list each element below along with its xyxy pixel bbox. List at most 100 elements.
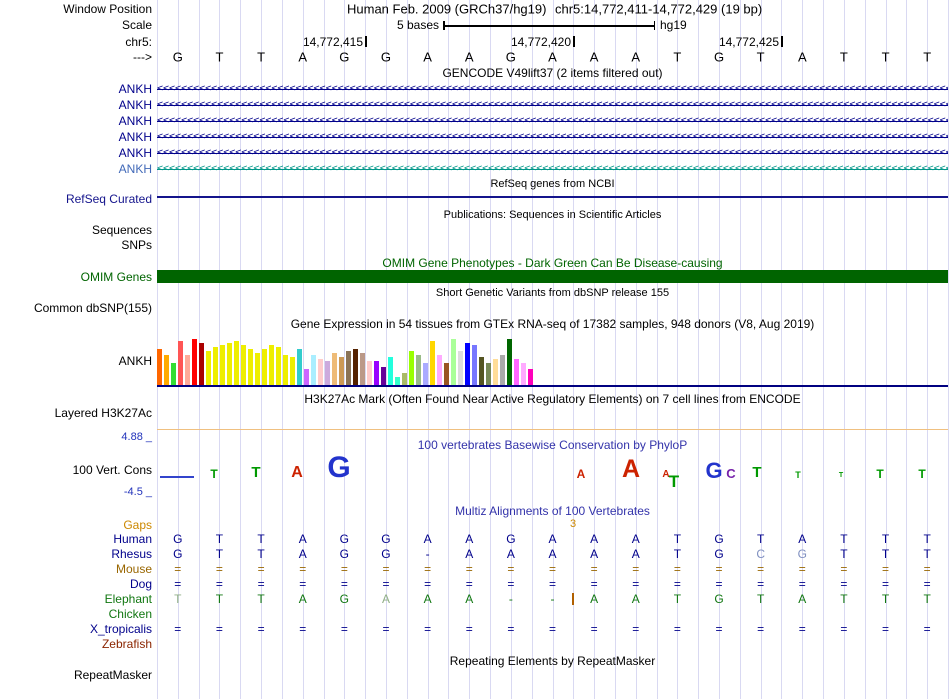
alignment-cell: G	[340, 548, 349, 560]
gtex-expression-bar[interactable]	[479, 357, 484, 385]
gtex-expression-bar[interactable]	[318, 359, 323, 385]
gtex-expression-bar[interactable]	[416, 355, 421, 385]
gtex-expression-bar[interactable]	[381, 367, 386, 385]
gene-label-ankh[interactable]: ANKH	[119, 82, 152, 96]
gtex-expression-bar[interactable]	[346, 351, 351, 385]
gtex-expression-bar[interactable]	[234, 341, 239, 385]
gtex-expression-bar[interactable]	[521, 363, 526, 385]
alignment-cell: A	[798, 593, 806, 605]
gene-direction-arrows[interactable]: <<<<<<<<<<<<<<<<<<<<<<<<<<<<<<<<<<<<<<<<…	[157, 113, 948, 129]
species-label-rhesus[interactable]: Rhesus	[111, 547, 152, 561]
gene-direction-arrows[interactable]: <<<<<<<<<<<<<<<<<<<<<<<<<<<<<<<<<<<<<<<<…	[157, 129, 948, 145]
gtex-expression-bar[interactable]	[367, 361, 372, 385]
gtex-expression-bar[interactable]	[304, 369, 309, 385]
alignment-cell: =	[216, 578, 223, 590]
sequence-base: G	[339, 51, 349, 64]
gtex-expression-bar[interactable]	[283, 355, 288, 385]
gtex-expression-bar[interactable]	[388, 357, 393, 385]
gtex-expression-bar[interactable]	[465, 343, 470, 385]
gtex-expression-bar[interactable]	[157, 349, 162, 385]
species-label-zebrafish[interactable]: Zebrafish	[102, 637, 152, 651]
h3k27ac-baseline	[157, 429, 948, 430]
gtex-expression-bar[interactable]	[178, 341, 183, 385]
gtex-expression-bar[interactable]	[339, 357, 344, 385]
gtex-expression-bar[interactable]	[220, 345, 225, 385]
gene-direction-arrows[interactable]: <<<<<<<<<<<<<<<<<<<<<<<<<<<<<<<<<<<<<<<<…	[157, 81, 948, 97]
gtex-expression-bar[interactable]	[444, 363, 449, 385]
gtex-expression-bar[interactable]	[311, 355, 316, 385]
gaps-row-label[interactable]: Gaps	[123, 518, 152, 532]
alignment-cell: A	[590, 548, 598, 560]
gtex-expression-bar[interactable]	[402, 373, 407, 385]
species-label-dog[interactable]: Dog	[130, 577, 152, 591]
gtex-expression-bar[interactable]	[213, 347, 218, 385]
alignment-cell: T	[216, 548, 223, 560]
gtex-expression-bar[interactable]	[360, 353, 365, 385]
conservation-track-label[interactable]: 100 Vert. Cons	[73, 463, 152, 477]
gene-direction-arrows[interactable]: <<<<<<<<<<<<<<<<<<<<<<<<<<<<<<<<<<<<<<<<…	[157, 161, 948, 177]
omim-genes-label[interactable]: OMIM Genes	[81, 270, 152, 284]
species-label-elephant[interactable]: Elephant	[105, 592, 152, 606]
refseq-gene-line[interactable]	[157, 196, 948, 198]
refseq-curated-label[interactable]: RefSeq Curated	[66, 192, 152, 206]
gtex-expression-bar[interactable]	[290, 357, 295, 385]
gtex-expression-bar[interactable]	[248, 349, 253, 385]
gtex-expression-bar[interactable]	[500, 355, 505, 385]
gtex-expression-bar[interactable]	[199, 343, 204, 385]
gtex-expression-bar[interactable]	[437, 355, 442, 385]
gene-label-ankh[interactable]: ANKH	[119, 130, 152, 144]
gtex-expression-bar[interactable]	[297, 349, 302, 385]
gtex-expression-bar[interactable]	[486, 363, 491, 385]
common-dbsnp-label[interactable]: Common dbSNP(155)	[34, 301, 152, 315]
gtex-expression-bar[interactable]	[185, 355, 190, 385]
gtex-expression-bar[interactable]	[241, 345, 246, 385]
gene-label-ankh[interactable]: ANKH	[119, 114, 152, 128]
gene-direction-arrows[interactable]: <<<<<<<<<<<<<<<<<<<<<<<<<<<<<<<<<<<<<<<<…	[157, 97, 948, 113]
species-label-mouse[interactable]: Mouse	[116, 562, 152, 576]
gtex-expression-bar[interactable]	[192, 339, 197, 385]
gtex-expression-bar[interactable]	[423, 363, 428, 385]
gtex-expression-bar[interactable]	[430, 341, 435, 385]
gtex-expression-bar[interactable]	[164, 355, 169, 385]
gene-label-ankh[interactable]: ANKH	[119, 162, 152, 176]
gtex-expression-bar[interactable]	[507, 339, 512, 385]
gtex-expression-bar[interactable]	[395, 377, 400, 385]
gtex-expression-bar[interactable]	[353, 349, 358, 385]
snps-label[interactable]: SNPs	[121, 238, 152, 252]
scale-bar-left-tick	[443, 21, 445, 30]
gtex-expression-bar[interactable]	[374, 361, 379, 385]
gtex-expression-bar[interactable]	[332, 353, 337, 385]
gtex-expression-bar[interactable]	[409, 351, 414, 385]
gtex-expression-bar[interactable]	[514, 359, 519, 385]
gtex-expression-bar[interactable]	[269, 345, 274, 385]
alignment-cell: =	[757, 578, 764, 590]
species-label-x_tropicalis[interactable]: X_tropicalis	[90, 622, 152, 636]
gtex-gene-label[interactable]: ANKH	[119, 354, 152, 368]
gtex-expression-bar[interactable]	[325, 361, 330, 385]
gtex-expression-bar[interactable]	[206, 351, 211, 385]
gene-label-ankh[interactable]: ANKH	[119, 98, 152, 112]
alignment-cell: =	[216, 623, 223, 635]
gtex-expression-bar[interactable]	[255, 353, 260, 385]
omim-gene-bar[interactable]	[157, 270, 948, 283]
sequences-label[interactable]: Sequences	[92, 223, 152, 237]
gtex-expression-bar[interactable]	[472, 345, 477, 385]
species-label-human[interactable]: Human	[113, 532, 152, 546]
alignment-cell: G	[340, 593, 349, 605]
gtex-expression-bar[interactable]	[276, 347, 281, 385]
gtex-expression-bar[interactable]	[171, 363, 176, 385]
alignment-cell: =	[591, 623, 598, 635]
sequence-base: A	[465, 51, 474, 64]
gtex-expression-bar[interactable]	[451, 339, 456, 385]
repeatmasker-label[interactable]: RepeatMasker	[74, 668, 152, 682]
gtex-expression-bar[interactable]	[227, 343, 232, 385]
species-label-chicken[interactable]: Chicken	[109, 607, 152, 621]
gene-direction-arrows[interactable]: <<<<<<<<<<<<<<<<<<<<<<<<<<<<<<<<<<<<<<<<…	[157, 145, 948, 161]
gtex-expression-bar[interactable]	[262, 349, 267, 385]
coordinate-tick	[781, 36, 783, 47]
layered-h3k27ac-label[interactable]: Layered H3K27Ac	[55, 406, 152, 420]
gtex-expression-bar[interactable]	[493, 359, 498, 385]
gene-label-ankh[interactable]: ANKH	[119, 146, 152, 160]
gtex-expression-bar[interactable]	[458, 351, 463, 385]
gtex-expression-bar[interactable]	[528, 369, 533, 385]
